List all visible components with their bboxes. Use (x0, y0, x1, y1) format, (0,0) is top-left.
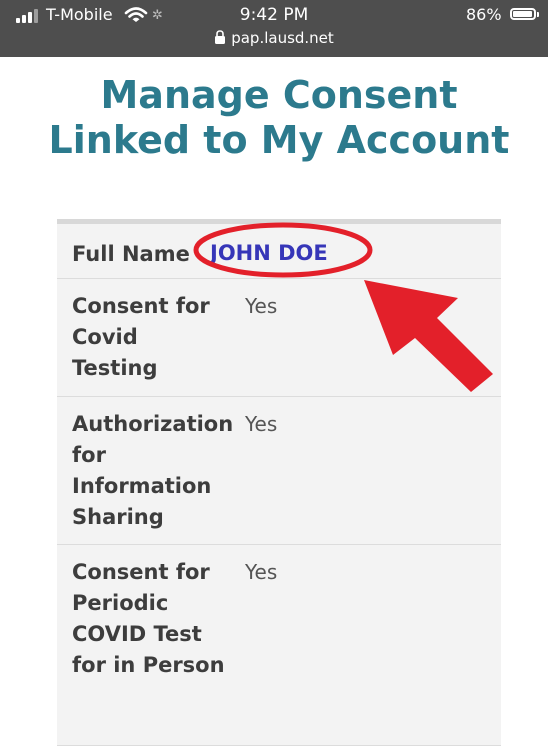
consent-covid-testing-label: Consent for Covid Testing (72, 294, 210, 380)
table-row: Authorization for Information Sharing Ye… (57, 397, 501, 545)
url-text: pap.lausd.net (231, 29, 334, 47)
status-bar: T-Mobile ✲ 9:42 PM 86% pap.lausd.net (0, 0, 548, 57)
battery-icon (510, 8, 539, 20)
url-bar[interactable]: pap.lausd.net (0, 29, 548, 47)
table-row: Full Name JOHN DOE (57, 224, 501, 279)
page-title: Manage Consent Linked to My Account (48, 73, 510, 162)
consent-covid-testing-value: Yes (245, 294, 278, 318)
lock-icon (215, 29, 226, 44)
authorization-info-sharing-value: Yes (245, 412, 278, 436)
table-row: Consent for Periodic COVID Test for in P… (57, 545, 501, 746)
consent-periodic-test-value: Yes (245, 560, 278, 584)
consent-periodic-test-label: Consent for Periodic COVID Test for in P… (72, 560, 225, 677)
battery-percentage: 86% (466, 5, 502, 24)
full-name-label: Full Name (72, 242, 190, 266)
table-row: Consent for Covid Testing Yes (57, 279, 501, 397)
consent-table: Full Name JOHN DOE Consent for Covid Tes… (57, 219, 501, 746)
authorization-info-sharing-label: Authorization for Information Sharing (72, 412, 234, 529)
full-name-value: JOHN DOE (210, 241, 328, 265)
